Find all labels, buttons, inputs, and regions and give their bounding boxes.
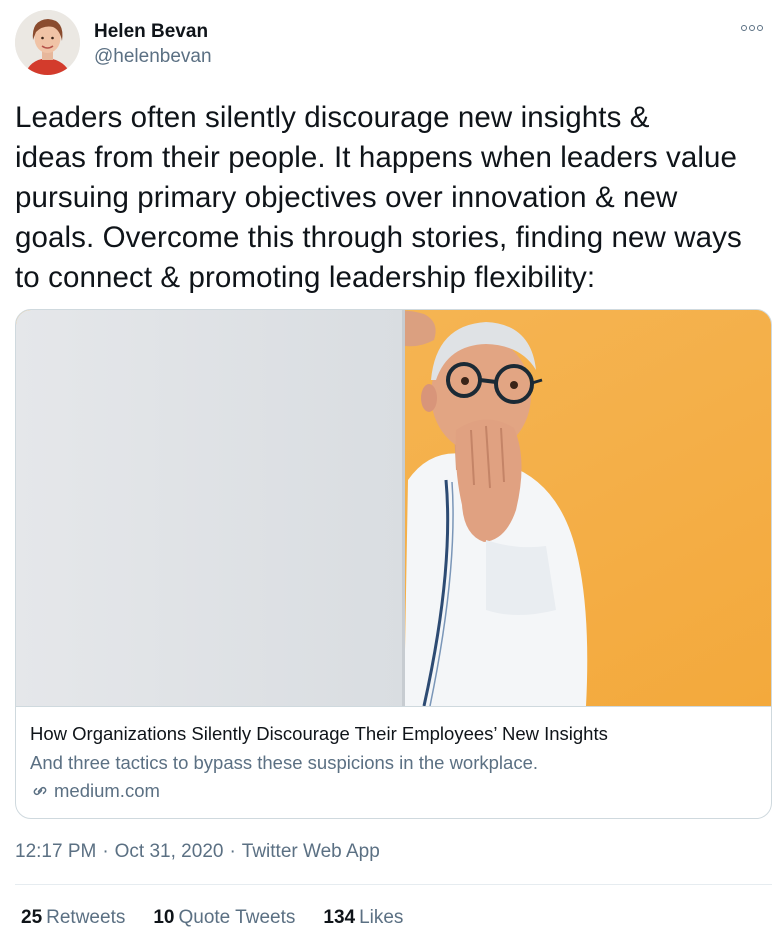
tweet-timestamp: 12:17 PM · Oct 31, 2020 · Twitter Web Ap… <box>15 841 380 863</box>
quote-tweets-label: Quote Tweets <box>178 907 296 928</box>
likes-count: 134 <box>323 907 356 928</box>
avatar-photo <box>15 10 80 75</box>
retweets-stat[interactable]: 25 Retweets <box>21 907 125 929</box>
avatar[interactable] <box>15 10 80 75</box>
card-image[interactable] <box>16 310 771 706</box>
tweet-source-app[interactable]: Twitter Web App <box>242 841 380 863</box>
card-domain-text[interactable]: medium.com <box>54 780 160 802</box>
card-title[interactable]: How Organizations Silently Discourage Th… <box>30 723 608 745</box>
separator: · <box>229 841 236 862</box>
retweets-count: 25 <box>21 907 43 928</box>
card-photo <box>16 310 771 706</box>
card-meta[interactable]: How Organizations Silently Discourage Th… <box>16 706 771 818</box>
card-description: And three tactics to bypass these suspic… <box>30 752 538 773</box>
retweets-label: Retweets <box>46 907 126 928</box>
likes-stat[interactable]: 134 Likes <box>323 907 403 929</box>
more-horizontal-icon <box>741 25 747 31</box>
separator: · <box>102 841 109 862</box>
author-handle[interactable]: @helenbevan <box>94 46 212 68</box>
quote-tweets-count: 10 <box>153 907 175 928</box>
tweet-time[interactable]: 12:17 PM <box>15 841 96 863</box>
tweet-header: Helen Bevan @helenbevan <box>15 10 775 80</box>
more-horizontal-icon <box>757 25 763 31</box>
author-name[interactable]: Helen Bevan <box>94 21 208 43</box>
card-domain[interactable]: medium.com <box>30 780 160 802</box>
more-horizontal-icon <box>749 25 755 31</box>
quote-tweets-stat[interactable]: 10 Quote Tweets <box>153 907 295 929</box>
more-options-button[interactable] <box>739 20 765 36</box>
likes-label: Likes <box>359 907 404 928</box>
tweet-text: Leaders often silently discourage new in… <box>15 101 742 294</box>
link-icon <box>33 786 47 796</box>
tweet-stats: 25 Retweets 10 Quote Tweets 134 Likes <box>21 907 403 929</box>
tweet-date[interactable]: Oct 31, 2020 <box>115 841 224 863</box>
link-card[interactable]: How Organizations Silently Discourage Th… <box>15 309 772 819</box>
divider <box>15 884 772 885</box>
